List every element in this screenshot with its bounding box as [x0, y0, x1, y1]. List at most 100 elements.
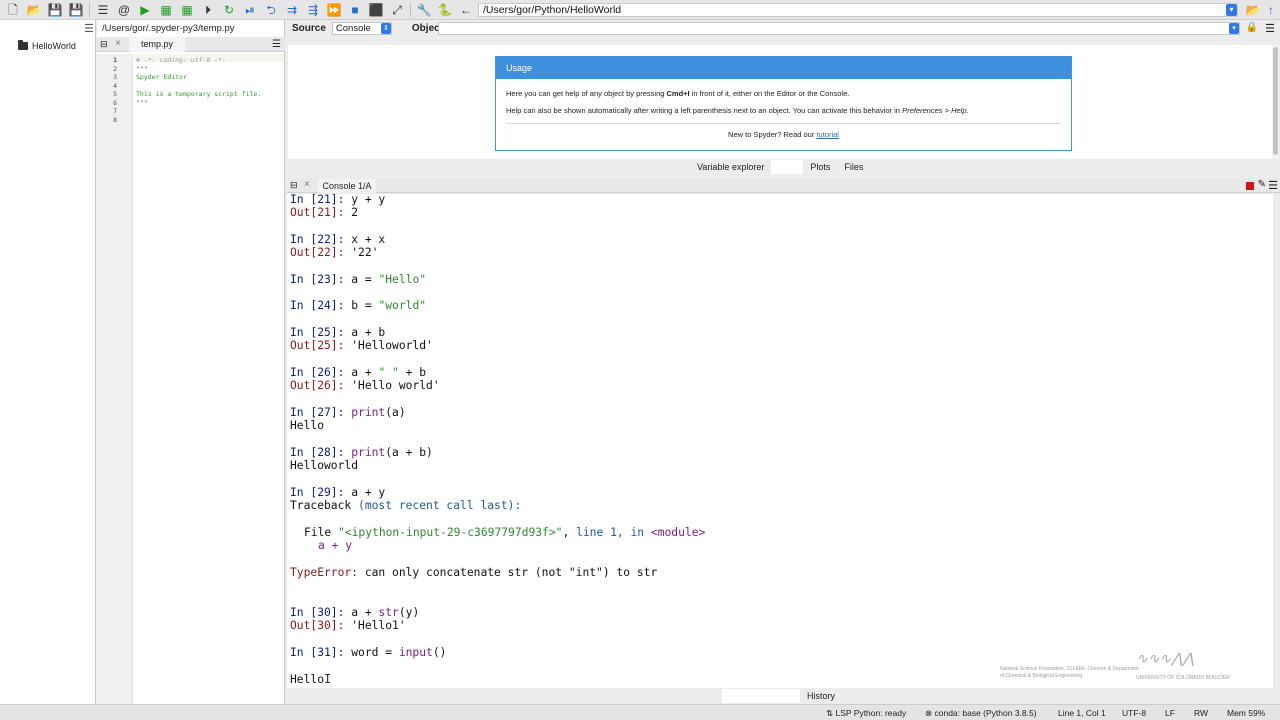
- console-line: In [25]: a + b: [290, 326, 386, 339]
- save-icon[interactable]: 💾: [47, 3, 63, 17]
- tab-console-1a[interactable]: Console 1/A: [318, 179, 376, 193]
- console-tab-bar: ⊟ × Console 1/A ✎ ☰: [287, 179, 1280, 193]
- chevron-down-icon[interactable]: ▾: [1226, 4, 1237, 16]
- console-line: Out[30]: 'Hello1': [290, 619, 406, 632]
- python-path-icon[interactable]: 🐍: [437, 3, 453, 17]
- tab-history[interactable]: History: [800, 689, 842, 703]
- editor-pane: /Users/gor/.spyder-py3/temp.py ⊟ × temp.…: [97, 20, 285, 704]
- browse-folder-icon[interactable]: 📂: [1245, 3, 1261, 17]
- maximize-pane-icon[interactable]: ⬛: [368, 3, 384, 17]
- usage-footer: New to Spyder? Read our tutorial: [728, 130, 839, 139]
- tutorial-link[interactable]: tutorial: [816, 130, 839, 139]
- tab-temp-py[interactable]: temp.py: [129, 37, 185, 52]
- lock-icon[interactable]: 🔒: [1246, 22, 1258, 33]
- conda-status: ⊗ conda: base (Python 3.8.5): [925, 708, 1037, 718]
- console-line: In [27]: print(a): [290, 406, 406, 419]
- tab-help[interactable]: [771, 160, 804, 174]
- chevron-down-icon[interactable]: ▾: [1229, 23, 1239, 34]
- debug-icon[interactable]: ⏯: [242, 3, 258, 17]
- browse-tabs-icon[interactable]: ⊟: [290, 180, 298, 191]
- status-bar: ⇅ LSP Python: ready ⊗ conda: base (Pytho…: [0, 704, 1280, 720]
- editor-file-path: /Users/gor/.spyder-py3/temp.py: [102, 23, 235, 34]
- console-line: TypeError: can only concatenate str (not…: [290, 566, 658, 579]
- stop-debug-icon[interactable]: ■: [347, 3, 363, 17]
- project-item-helloworld[interactable]: HelloWorld: [18, 40, 76, 51]
- lsp-status: ⇅ LSP Python: ready: [826, 708, 907, 718]
- usage-paragraph: Here you can get help of any object by p…: [506, 89, 850, 98]
- console-line: Traceback (most recent call last):: [290, 499, 522, 512]
- console-line: Out[25]: 'Helloworld': [290, 339, 433, 352]
- line-number: 7: [113, 107, 117, 115]
- console-line: In [31]: word = input(): [290, 646, 447, 659]
- run-cell-advance-icon[interactable]: ▦: [179, 3, 195, 17]
- continue-icon[interactable]: ⏩: [326, 3, 342, 17]
- toolbar-separator: [89, 2, 90, 17]
- line-number: 1: [113, 56, 117, 64]
- console-line: Hello: [290, 419, 325, 432]
- help-scrollbar[interactable]: [1272, 45, 1279, 159]
- encoding-status: UTF-8: [1122, 708, 1147, 718]
- folder-icon: [18, 40, 28, 50]
- fullscreen-icon[interactable]: ⤢: [389, 3, 405, 17]
- close-icon[interactable]: ×: [304, 179, 310, 190]
- run-icon[interactable]: ▶: [137, 3, 153, 17]
- step-into-icon[interactable]: ⇉: [284, 3, 300, 17]
- permissions-status: RW: [1194, 708, 1209, 718]
- console-line: File "<ipython-input-29-c3697797d93f>", …: [304, 526, 706, 539]
- new-file-icon[interactable]: 🗋: [5, 3, 21, 17]
- eol-status: LF: [1165, 708, 1175, 718]
- code-line: """: [136, 64, 148, 73]
- tab-plots[interactable]: Plots: [803, 160, 837, 174]
- source-select[interactable]: Console ⇕: [331, 22, 392, 35]
- run-cell-icon[interactable]: ▦: [158, 3, 174, 17]
- tab-files[interactable]: Files: [837, 160, 870, 174]
- usage-card: Usage Here you can get help of any objec…: [495, 56, 1072, 151]
- line-number: 4: [113, 81, 117, 90]
- working-directory-input[interactable]: /Users/gor/Python/HelloWorld ▾: [478, 3, 1238, 17]
- console-line: Helloworld: [290, 459, 359, 472]
- console-input-line[interactable]: HelloI: [290, 672, 331, 686]
- conda-icon: ⊗: [925, 708, 933, 718]
- tab-ipython-console[interactable]: [722, 689, 800, 703]
- help-toolbar: Source Console ⇕ Object ▾ 🔒 ☰: [287, 20, 1280, 37]
- close-icon[interactable]: ×: [115, 38, 121, 49]
- watermark-text: National Science Foundation, CU-EEF, Che…: [1000, 666, 1139, 679]
- stop-kernel-button[interactable]: [1246, 182, 1254, 190]
- back-arrow-icon[interactable]: ←: [458, 3, 474, 17]
- console-line: a + y: [318, 539, 353, 552]
- step-return-icon[interactable]: ⇶: [305, 3, 321, 17]
- at-icon[interactable]: @: [116, 3, 132, 17]
- preferences-wrench-icon[interactable]: 🔧: [416, 3, 432, 17]
- console-line: In [28]: print(a + b): [290, 446, 433, 459]
- source-select-value: Console: [335, 23, 371, 34]
- pane-menu-icon[interactable]: ☰: [1265, 22, 1275, 35]
- project-explorer-pane: ☰ HelloWorld: [0, 20, 96, 704]
- run-selection-icon[interactable]: ⏵: [200, 3, 216, 17]
- console-pane-tabs: History: [722, 689, 842, 703]
- open-folder-icon[interactable]: 📂: [26, 3, 42, 17]
- line-number-gutter: 1 2 3 4 5 6 7 8: [97, 54, 133, 704]
- parent-directory-icon[interactable]: ↑: [1263, 3, 1279, 17]
- save-all-icon[interactable]: 💾: [68, 3, 84, 17]
- list-icon[interactable]: ☰: [95, 3, 111, 17]
- object-input[interactable]: ▾: [438, 22, 1240, 35]
- console-line: In [24]: b = "world": [290, 299, 427, 312]
- mountain-logo-icon: ∿∿∿⋀⋀: [1136, 651, 1195, 667]
- working-directory-text: /Users/gor/Python/HelloWorld: [483, 4, 622, 16]
- help-pane-tabs: Variable explorer Plots Files: [690, 160, 870, 174]
- pane-menu-icon[interactable]: ☰: [1268, 179, 1278, 192]
- pane-menu-icon[interactable]: ☰: [272, 39, 281, 50]
- rerun-icon[interactable]: ↻: [221, 3, 237, 17]
- console-line: In [30]: a + str(y): [290, 606, 420, 619]
- tab-variable-explorer[interactable]: Variable explorer: [690, 160, 771, 174]
- ipython-console[interactable]: In [21]: y + y Out[21]: 2 In [22]: x + x…: [287, 194, 1273, 688]
- eraser-icon[interactable]: ✎: [1258, 179, 1266, 190]
- code-line: """: [136, 98, 148, 107]
- browse-tabs-icon[interactable]: ⊟: [100, 39, 108, 50]
- scrollbar-thumb[interactable]: [1273, 47, 1278, 155]
- cursor-position: Line 1, Col 1: [1058, 708, 1106, 718]
- pane-menu-icon[interactable]: ☰: [84, 22, 94, 35]
- step-icon[interactable]: ⮌: [263, 3, 279, 17]
- console-line: In [23]: a = "Hello": [290, 273, 427, 286]
- line-number: 8: [113, 115, 117, 124]
